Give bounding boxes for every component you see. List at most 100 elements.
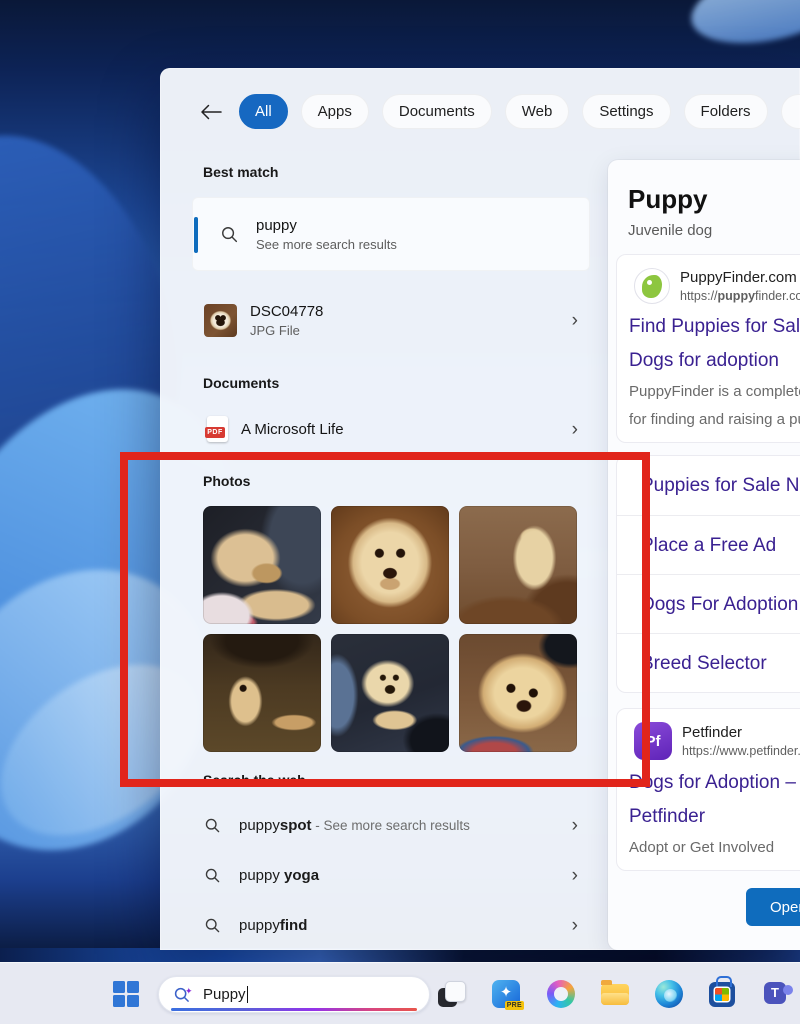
petfinder-result-link[interactable]: Dogs for Adoption –: [629, 772, 800, 794]
petfinder-source-texts: Petfinder https://www.petfinder.com: [682, 724, 800, 758]
document-title: A Microsoft Life: [241, 420, 344, 438]
copilot-button[interactable]: [547, 980, 575, 1008]
source-name: Petfinder: [682, 724, 743, 741]
petfinder-result-link[interactable]: Petfinder: [629, 806, 800, 828]
text-caret: [246, 986, 249, 1003]
desktop: All Apps Documents Web Settings Folders …: [0, 0, 800, 1024]
photos-header: Photos: [203, 473, 251, 489]
pdf-file-icon: PDF: [205, 416, 228, 442]
chevron-right-icon[interactable]: ›: [572, 866, 578, 885]
source-name: PuppyFinder.com: [680, 269, 797, 286]
file-explorer-button[interactable]: [601, 980, 629, 1005]
puppyfinder-result-link[interactable]: Dogs for adoption: [629, 350, 800, 372]
source-url: https://www.petfinder.com: [682, 744, 800, 758]
document-texts: A Microsoft Life: [241, 421, 344, 438]
petfinder-source-row: Pf Petfinder https://www.petfinder.com: [634, 722, 800, 760]
search-icon: [205, 818, 220, 832]
photo-result-1[interactable]: [203, 506, 321, 624]
chevron-right-icon[interactable]: ›: [572, 916, 578, 935]
start-logo-pane: [127, 995, 139, 1007]
best-match-header: Best match: [203, 164, 279, 180]
search-filter-tabs: All Apps Documents Web Settings Folders …: [196, 94, 800, 129]
web-suggestions: puppyspot - See more search results › pu…: [192, 800, 592, 950]
task-view-button[interactable]: [438, 980, 466, 1008]
puppyfinder-source-texts: PuppyFinder.com https://puppyfinder.com: [680, 269, 800, 303]
web-suggestion-text: puppyfind: [239, 916, 308, 934]
best-match-texts: puppy See more search results: [256, 217, 397, 252]
search-web-header: Search the web: [203, 772, 306, 788]
tab-folders[interactable]: Folders: [683, 94, 768, 129]
microsoft-store-button[interactable]: [709, 976, 735, 1007]
file-type: JPG File: [250, 322, 300, 338]
tab-all[interactable]: All: [239, 94, 288, 129]
taskbar: ✦ Puppy PRE T: [0, 962, 800, 1024]
pdf-badge: PDF: [205, 427, 225, 438]
web-suggestion-row[interactable]: puppyspot - See more search results ›: [192, 800, 592, 850]
chevron-right-icon[interactable]: ›: [572, 420, 578, 439]
back-button[interactable]: [196, 97, 226, 127]
source-url: https://puppyfinder.com: [680, 289, 800, 303]
web-suggestion-text: puppyspot - See more search results: [239, 816, 470, 834]
sparkle-icon: ✦: [185, 986, 193, 996]
arrow-left-icon: [201, 104, 222, 119]
photo-result-3[interactable]: [459, 506, 577, 624]
tab-apps[interactable]: Apps: [300, 94, 369, 129]
selection-accent-bar: [194, 217, 198, 253]
tab-web[interactable]: Web: [504, 94, 570, 129]
document-result-row[interactable]: PDF A Microsoft Life ›: [192, 405, 592, 453]
web-suggestion-row[interactable]: puppyfind ›: [192, 900, 592, 950]
photo-result-5[interactable]: [331, 634, 449, 752]
web-suggestion-row[interactable]: puppy yoga ›: [192, 850, 592, 900]
link-puppies-for-sale[interactable]: Puppies for Sale Near You: [617, 456, 800, 515]
dev-home-preview-button[interactable]: PRE: [492, 980, 524, 1010]
start-button[interactable]: [113, 981, 139, 1007]
preview-subtitle: Juvenile dog: [628, 222, 713, 239]
web-suggestion-text: puppy yoga: [239, 866, 320, 884]
photo-result-2[interactable]: [331, 506, 449, 624]
search-results-column: Best match puppy See more search results…: [192, 158, 592, 950]
tab-documents[interactable]: Documents: [381, 94, 492, 129]
puppyfinder-description: PuppyFinder is a complete resource: [629, 383, 800, 400]
search-gradient-underline: [171, 1008, 417, 1011]
puppyfinder-result-link[interactable]: Find Puppies for Sale and: [629, 316, 800, 338]
puppyfinder-description: for finding and raising a puppy: [629, 411, 800, 428]
documents-header: Documents: [203, 375, 280, 391]
photo-result-4[interactable]: [203, 634, 321, 752]
puppyfinder-source-row: PuppyFinder.com https://puppyfinder.com: [634, 268, 800, 304]
taskbar-search-value: Puppy: [203, 986, 246, 1003]
file-result-texts: DSC04778 JPG File: [250, 303, 323, 338]
tab-photos-partial[interactable]: Photos: [780, 94, 800, 129]
best-match-query: puppy: [256, 216, 297, 234]
best-match-result[interactable]: puppy See more search results: [192, 197, 590, 271]
edge-browser-button[interactable]: [655, 980, 683, 1008]
puppyfinder-logo-icon: [634, 268, 670, 304]
preview-badge: PRE: [504, 1001, 524, 1010]
search-preview-panel: Puppy Juvenile dog PuppyFinder.com https…: [608, 160, 800, 950]
chevron-right-icon[interactable]: ›: [572, 311, 578, 330]
link-place-free-ad[interactable]: Place a Free Ad: [617, 515, 800, 574]
photo-result-6[interactable]: [459, 634, 577, 752]
wallpaper-petal: [684, 0, 800, 56]
petfinder-logo-icon: Pf: [634, 722, 672, 760]
file-thumbnail-image: [204, 303, 237, 337]
petfinder-card: Pf Petfinder https://www.petfinder.com D…: [616, 708, 800, 871]
file-result-row[interactable]: DSC04778 JPG File ›: [192, 293, 592, 347]
search-flyout: All Apps Documents Web Settings Folders …: [160, 68, 800, 950]
search-icon: [205, 918, 220, 932]
puppyfinder-card: PuppyFinder.com https://puppyfinder.com …: [616, 254, 800, 443]
start-logo-pane: [113, 981, 125, 993]
preview-title: Puppy: [628, 184, 708, 214]
link-dogs-for-adoption[interactable]: Dogs For Adoption: [617, 574, 800, 633]
teams-button[interactable]: T: [764, 982, 793, 1004]
link-breed-selector[interactable]: Breed Selector: [617, 633, 800, 692]
start-logo-pane: [113, 995, 125, 1007]
open-button[interactable]: Open: [746, 888, 800, 926]
taskbar-search-box[interactable]: ✦ Puppy: [158, 976, 430, 1013]
related-links-list: Puppies for Sale Near You Place a Free A…: [616, 455, 800, 693]
file-title: DSC04778: [250, 302, 324, 320]
chevron-right-icon[interactable]: ›: [572, 816, 578, 835]
search-icon: [205, 868, 220, 882]
tab-settings[interactable]: Settings: [582, 94, 671, 129]
start-logo-pane: [127, 981, 139, 993]
search-icon: [222, 226, 238, 242]
